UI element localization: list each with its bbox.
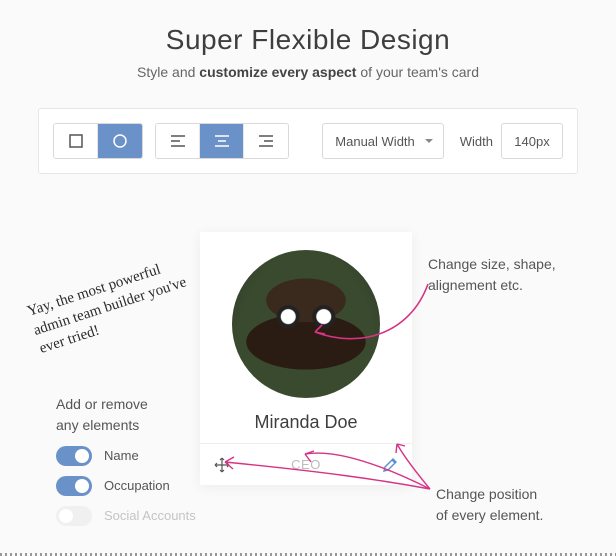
toggle-name[interactable] <box>56 446 92 466</box>
move-handle[interactable] <box>200 457 244 473</box>
toggle-occupation-label: Occupation <box>104 476 170 496</box>
shape-group <box>53 123 143 159</box>
align-center-button[interactable] <box>200 124 244 158</box>
annot-el-2: any elements <box>56 415 196 436</box>
page-subtitle: Style and customize every aspect of your… <box>0 64 616 80</box>
card-role-row: CEO <box>200 443 412 485</box>
width-label: Width <box>460 134 493 149</box>
width-mode-dropdown[interactable]: Manual Width <box>322 123 443 159</box>
toggle-occupation-row: Occupation <box>56 476 196 496</box>
toggle-social-label: Social Accounts <box>104 506 196 526</box>
avatar[interactable] <box>232 250 380 398</box>
annotation-position: Change position of every element. <box>436 484 543 526</box>
pencil-icon <box>382 457 398 473</box>
shape-square-button[interactable] <box>54 124 98 158</box>
card-name: Miranda Doe <box>200 412 412 433</box>
annotation-shape: Change size, shape, alignement etc. <box>428 254 588 296</box>
annot-pos-2: of every element. <box>436 505 543 526</box>
card-role: CEO <box>244 457 368 472</box>
sub-post: of your team's card <box>356 64 479 80</box>
toggle-occupation[interactable] <box>56 476 92 496</box>
move-icon <box>214 457 230 473</box>
edit-button[interactable] <box>368 457 412 473</box>
align-left-button[interactable] <box>156 124 200 158</box>
toggle-name-label: Name <box>104 446 139 466</box>
team-card: Miranda Doe CEO <box>200 232 412 485</box>
annot-pos-1: Change position <box>436 484 543 505</box>
annot-el-1: Add or remove <box>56 394 196 415</box>
toggle-social-row: Social Accounts <box>56 506 196 526</box>
annotation-elements: Add or remove any elements Name Occupati… <box>56 394 196 526</box>
align-right-button[interactable] <box>244 124 288 158</box>
shape-circle-button[interactable] <box>98 124 142 158</box>
sub-pre: Style and <box>137 64 199 80</box>
toggle-social[interactable] <box>56 506 92 526</box>
toggle-name-row: Name <box>56 446 196 466</box>
sub-bold: customize every aspect <box>199 64 356 80</box>
width-input[interactable] <box>501 123 563 159</box>
page-title: Super Flexible Design <box>0 24 616 56</box>
align-group <box>155 123 289 159</box>
handwriting-annotation: Yay, the most powerful admin team builde… <box>25 251 205 359</box>
style-toolbar: Manual Width Width <box>38 108 578 174</box>
